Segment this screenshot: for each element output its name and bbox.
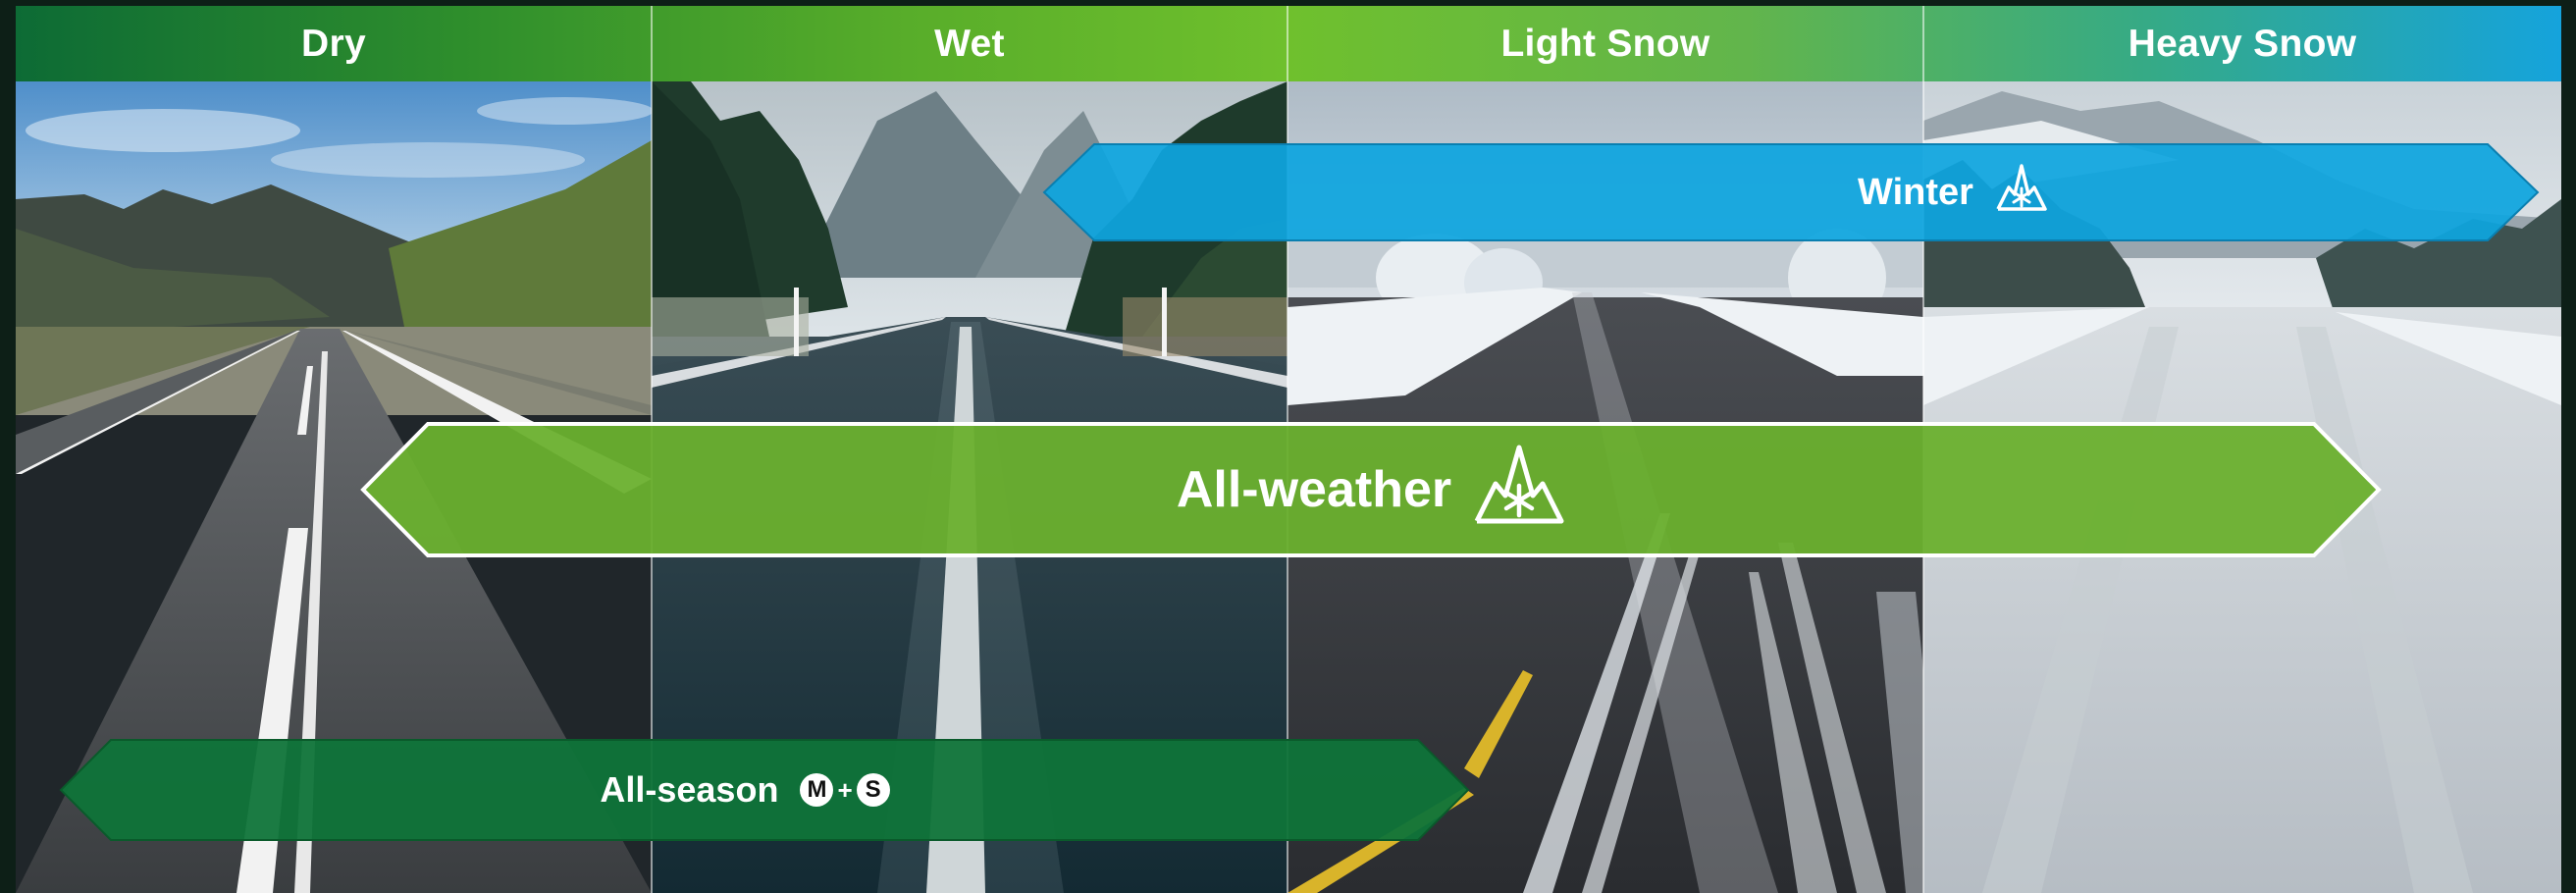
m-badge-letter: M [800, 773, 834, 807]
condition-dry: Dry [301, 22, 366, 65]
winter-label: Winter [1858, 171, 1973, 213]
three-peak-mountain-snowflake-icon [1995, 163, 2048, 222]
all-weather-band: All-weather [357, 419, 2385, 560]
conditions-header: Dry Wet Light Snow Heavy Snow [16, 6, 2561, 81]
m-plus-s-badge-icon: M + S [800, 773, 890, 807]
all-weather-label: All-weather [1176, 461, 1452, 518]
tire-conditions-graphic: Dry Wet Light Snow Heavy Snow Winter All… [16, 6, 2561, 893]
condition-wet: Wet [934, 22, 1005, 65]
condition-heavy-snow: Heavy Snow [2128, 22, 2357, 65]
all-season-label: All-season [600, 769, 779, 810]
s-badge-letter: S [856, 773, 890, 807]
three-peak-mountain-snowflake-icon [1473, 443, 1565, 538]
plus-sign: + [837, 774, 853, 805]
condition-light-snow: Light Snow [1500, 22, 1710, 65]
winter-band: Winter [1040, 140, 2542, 244]
all-season-band: All-season M + S [57, 736, 1472, 844]
